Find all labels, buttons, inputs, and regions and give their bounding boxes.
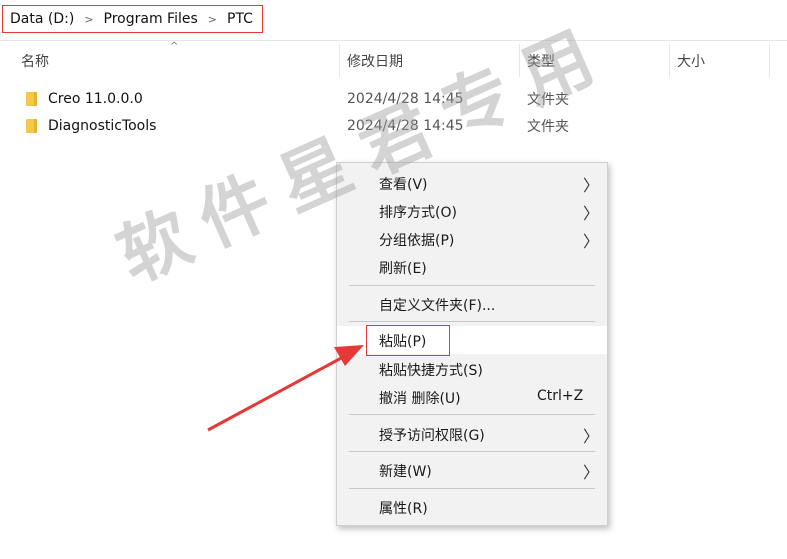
menu-divider: [349, 414, 595, 415]
menu-item-label: 自定义文件夹(F)...: [379, 298, 496, 314]
column-divider[interactable]: [769, 44, 770, 77]
keyboard-shortcut: Ctrl+Z: [537, 388, 584, 404]
column-divider[interactable]: [669, 44, 670, 77]
menu-item-label: 查看(V): [379, 177, 428, 193]
submenu-arrow-icon: 〉: [583, 427, 600, 446]
file-row[interactable]: Creo 11.0.0.0 2024/4/28 14:45 文件夹: [0, 86, 787, 112]
menu-item-label: 新建(W): [379, 464, 432, 480]
menu-divider: [349, 285, 595, 286]
menu-divider: [349, 451, 595, 452]
column-header-date-label: 修改日期: [347, 54, 403, 70]
menu-item-label: 撤消 删除(U): [379, 391, 461, 407]
menu-item-label: 分组依据(P): [379, 233, 455, 249]
breadcrumb-separator-icon: >: [207, 12, 217, 26]
submenu-arrow-icon: 〉: [583, 204, 600, 223]
menu-item-label: 刷新(E): [379, 261, 427, 277]
breadcrumb-item-ptc[interactable]: PTC: [227, 11, 253, 27]
column-header-name-label: 名称: [21, 54, 49, 70]
menu-item-label: 排序方式(O): [379, 205, 457, 221]
file-name: DiagnosticTools: [48, 118, 157, 134]
column-header-name[interactable]: 名称: [21, 44, 336, 78]
menu-item-properties[interactable]: 属性(R): [337, 493, 607, 521]
menu-divider: [349, 488, 595, 489]
file-type: 文件夹: [527, 119, 569, 135]
menu-divider: [349, 321, 595, 322]
menu-item-grant-access[interactable]: 授予访问权限(G) 〉: [337, 420, 607, 448]
menu-item-customize-folder[interactable]: 自定义文件夹(F)...: [337, 290, 607, 318]
menu-item-view[interactable]: 查看(V) 〉: [337, 169, 607, 197]
menu-item-new[interactable]: 新建(W) 〉: [337, 456, 607, 484]
menu-item-group-by[interactable]: 分组依据(P) 〉: [337, 225, 607, 253]
menu-item-label: 授予访问权限(G): [379, 428, 485, 444]
file-row[interactable]: DiagnosticTools 2024/4/28 14:45 文件夹: [0, 113, 787, 139]
column-header-type-label: 类型: [527, 54, 555, 70]
column-divider[interactable]: [519, 44, 520, 77]
folder-icon: [26, 92, 37, 106]
folder-icon: [26, 119, 37, 133]
submenu-arrow-icon: 〉: [583, 232, 600, 251]
column-header-size-label: 大小: [677, 54, 705, 70]
breadcrumb[interactable]: Data (D:) > Program Files > PTC: [2, 5, 263, 33]
address-bar[interactable]: Data (D:) > Program Files > PTC: [0, 0, 787, 41]
breadcrumb-separator-icon: >: [84, 12, 94, 26]
file-date: 2024/4/28 14:45: [347, 91, 464, 107]
file-date: 2024/4/28 14:45: [347, 118, 464, 134]
menu-item-refresh[interactable]: 刷新(E): [337, 253, 607, 281]
column-header-size[interactable]: 大小: [677, 44, 767, 78]
breadcrumb-item-drive[interactable]: Data (D:): [10, 11, 74, 27]
paste-highlight-box: [366, 325, 450, 356]
menu-item-paste-shortcut[interactable]: 粘贴快捷方式(S): [337, 355, 607, 383]
breadcrumb-item-program-files[interactable]: Program Files: [104, 11, 198, 27]
column-header-date[interactable]: 修改日期: [347, 44, 517, 78]
submenu-arrow-icon: 〉: [583, 463, 600, 482]
column-header-type[interactable]: 类型: [527, 44, 667, 78]
column-divider[interactable]: [339, 44, 340, 77]
menu-item-undo-delete[interactable]: 撤消 删除(U) Ctrl+Z: [337, 383, 607, 411]
menu-item-label: 粘贴快捷方式(S): [379, 363, 483, 379]
menu-item-label: 属性(R): [379, 501, 428, 517]
menu-item-sort-by[interactable]: 排序方式(O) 〉: [337, 197, 607, 225]
submenu-arrow-icon: 〉: [583, 176, 600, 195]
file-type: 文件夹: [527, 92, 569, 108]
file-name: Creo 11.0.0.0: [48, 91, 143, 107]
